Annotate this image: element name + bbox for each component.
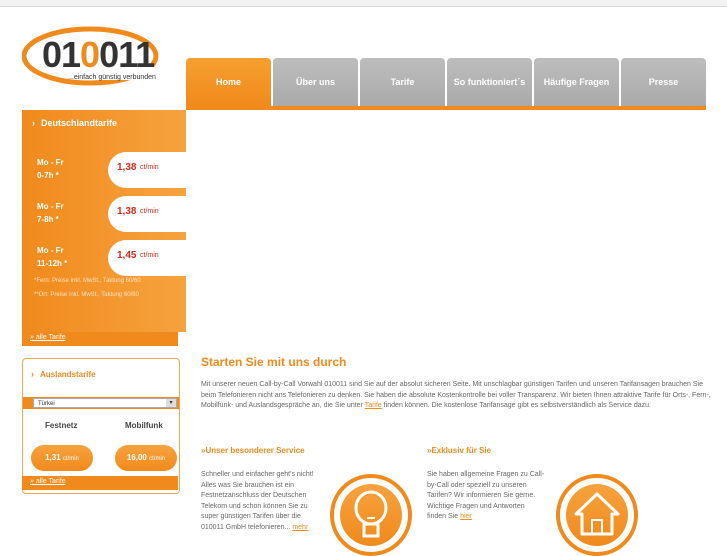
alle-tarife-link[interactable]: » alle Tarife (30, 478, 66, 485)
nav-underline (186, 106, 706, 110)
rate-time: 7-8h * (37, 215, 59, 224)
mobilfunk-label: Mobilfunk (125, 421, 163, 430)
chevron-down-icon[interactable]: ▾ (166, 399, 176, 407)
rate-row: Mo - Fr 0-7h * 1,38 ct/min (22, 148, 186, 188)
deutschland-tarife-panel: › Deutschlandtarife Mo - Fr 0-7h * 1,38 ct… (22, 110, 186, 332)
tab-haeufige-fragen[interactable]: Häufige Fragen (534, 58, 619, 106)
auslands-tarife-panel: › Auslandstarife Türkei ▾ Festnetz Mobilfu… (22, 358, 180, 494)
tab-home[interactable]: Home (186, 58, 271, 106)
lightbulb-icon (330, 474, 412, 556)
deutschland-title: › Deutschlandtarife (32, 118, 118, 128)
rate-day: Mo - Fr (37, 202, 64, 211)
top-border (0, 0, 727, 7)
rate-unit: ct/min (140, 208, 159, 215)
rate-price: 1,45 (117, 250, 137, 261)
festnetz-label: Festnetz (45, 421, 78, 430)
rate-unit: ct/min (140, 164, 159, 171)
rate-unit: ct/min (140, 252, 159, 259)
festnetz-price-badge: 1,31 ct/min (31, 445, 93, 471)
rate-row: Mo - Fr 11-12h * 1,45 ct/min (22, 236, 186, 276)
tarife-link[interactable]: Tarife (365, 402, 382, 409)
service-title: »Unser besonderer Service (201, 446, 305, 455)
mobilfunk-price-badge: 16,00 ct/min (115, 445, 177, 471)
main-navigation: Home Über uns Tarife So funktioniert´s H… (186, 58, 706, 106)
tab-tarife[interactable]: Tarife (360, 58, 445, 106)
tab-presse[interactable]: Presse (621, 58, 706, 106)
house-icon (556, 474, 638, 556)
rate-price: 1,38 (117, 206, 137, 217)
alle-tarife-bar: » alle Tarife (22, 476, 178, 490)
tab-ueber-uns[interactable]: Über uns (273, 58, 358, 106)
rate-day: Mo - Fr (37, 158, 64, 167)
exklusiv-title: »Exklusiv für Sie (427, 446, 492, 455)
footnote: **Ort: Preise inkl. MwSt., Taktung 60/60 (34, 292, 139, 298)
exklusiv-text: Sie haben allgemeine Fragen zu Call-by-C… (427, 471, 545, 520)
rate-time: 0-7h * (37, 171, 59, 180)
rate-row: Mo - Fr 7-8h * 1,38 ct/min (22, 192, 186, 232)
rate-time: 11-12h * (37, 259, 68, 268)
chevron-right-icon: › (32, 118, 35, 128)
logo-slogan: ...einfach günstig verbunden (68, 74, 156, 81)
rate-day: Mo - Fr (37, 246, 64, 255)
mehr-link[interactable]: mehr (292, 524, 308, 531)
hier-link[interactable]: hier (460, 513, 472, 520)
alle-tarife-bar: » alle Tarife (22, 332, 178, 346)
service-text: Schneller und einfacher geht's nicht! Al… (201, 471, 314, 531)
country-select[interactable]: Türkei ▾ (33, 398, 177, 408)
page-title: Starten Sie mit uns durch (201, 355, 347, 369)
logo[interactable]: 010011 ...einfach günstig verbunden (22, 26, 162, 86)
tab-so-funktionierts[interactable]: So funktioniert´s (447, 58, 532, 106)
logo-text: 010011 (42, 34, 155, 75)
chevron-right-icon: › (31, 369, 34, 379)
ausland-title: › Auslandstarife (31, 369, 96, 379)
footnote: *Fern: Preise inkl. MwSt., Taktung 60/60 (34, 278, 141, 284)
intro-text: Mit unserer neuen Call-by-Call Vorwahl 0… (201, 381, 711, 409)
alle-tarife-link[interactable]: » alle Tarife (30, 334, 66, 341)
rate-price: 1,38 (117, 162, 137, 173)
